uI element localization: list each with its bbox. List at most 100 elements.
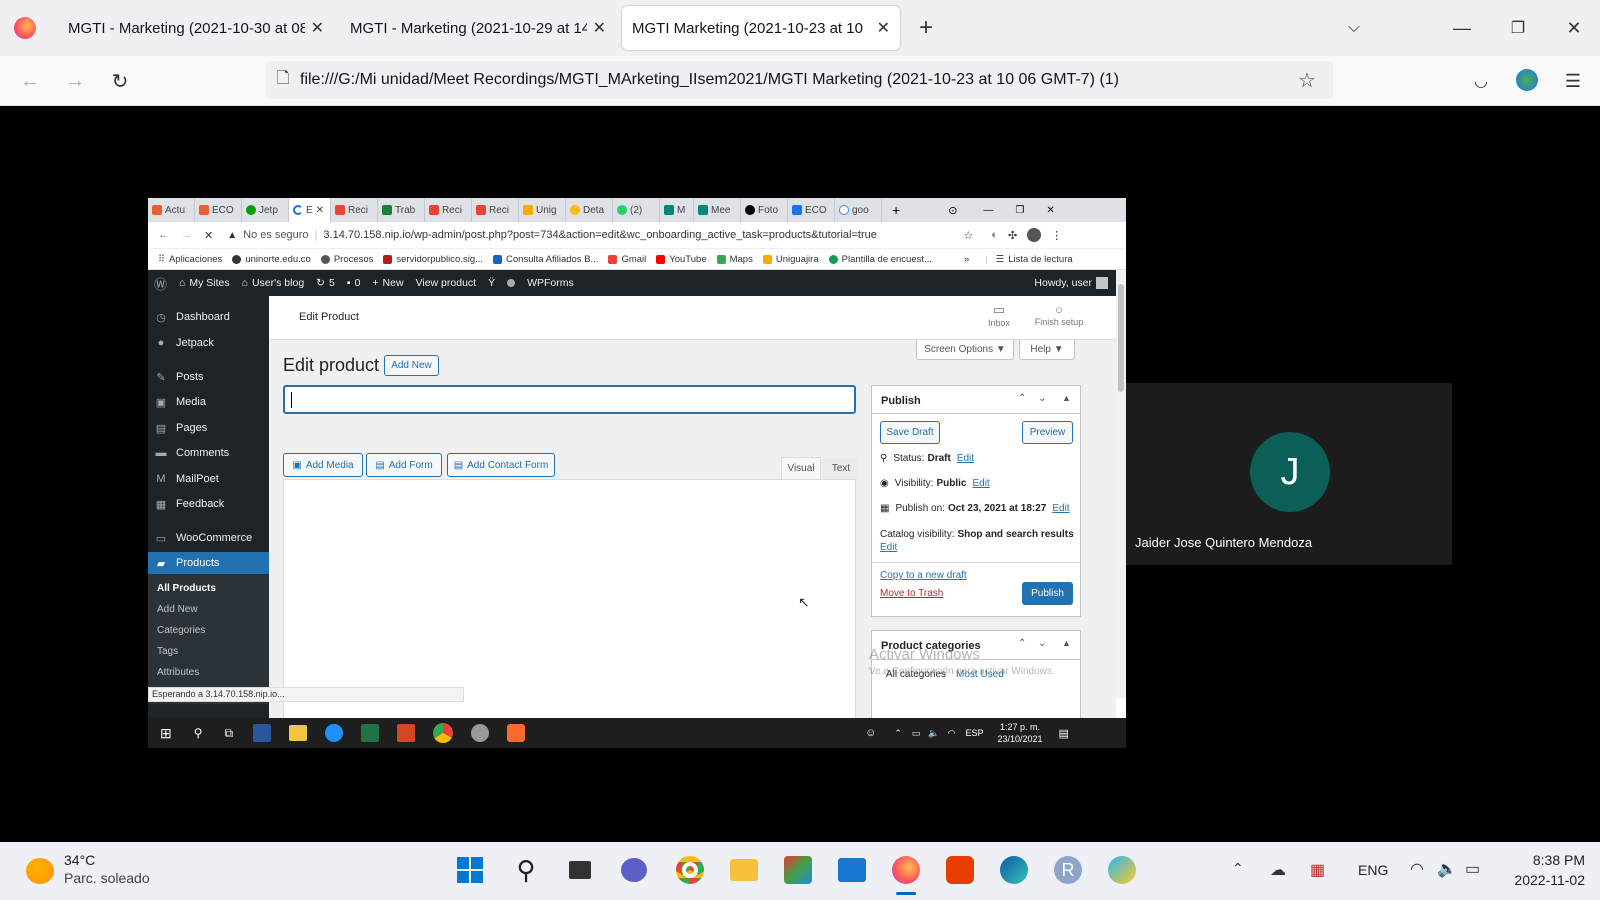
inner-url-text[interactable]: 3.14.70.158.nip.io/wp-admin/post.php?pos… [323,229,963,241]
task-view-icon[interactable]: ⧉ [225,726,234,741]
submenu-categories[interactable]: Categories [148,625,269,636]
edit-status-link[interactable]: Edit [957,453,974,464]
content-editor[interactable] [283,479,856,748]
menu-dashboard[interactable]: ◷ Dashboard [148,306,269,328]
admin-bar-account[interactable]: Howdy, user [1034,277,1108,289]
finish-setup-button[interactable]: ○ Finish setup [1029,302,1089,327]
bookmark[interactable]: Maps [716,254,753,265]
minimize-icon[interactable]: — [1448,14,1476,42]
inner-tab[interactable]: ECO [195,198,242,222]
people-icon[interactable]: ☺ [865,727,876,739]
admin-bar-my-sites[interactable]: ⌂ My Sites [179,277,230,289]
start-icon[interactable]: ⊞ [160,725,172,742]
teams-chat-icon[interactable] [618,854,650,886]
new-tab-icon[interactable]: + [892,202,900,218]
app-icon[interactable] [1106,854,1138,886]
battery-icon[interactable]: ▭ [912,728,921,739]
volume-icon[interactable]: 🔈 [928,728,939,739]
new-tab-icon[interactable]: + [912,14,940,42]
admin-bar-yoast[interactable]: Ÿ [488,277,495,289]
inner-tab[interactable]: Jetp [242,198,289,222]
firefox-icon[interactable] [890,854,922,886]
puzzle-icon[interactable]: ✣ [1008,229,1017,242]
volume-icon[interactable]: 🔈 [1437,859,1457,879]
clock-time[interactable]: 8:38 PM [1510,852,1585,868]
account-icon[interactable] [1516,69,1538,91]
edge-icon[interactable] [325,724,344,742]
xampp-icon[interactable] [507,724,526,742]
menu-pages[interactable]: ▤ Pages [148,417,269,439]
tab-search-icon[interactable]: ⊙ [948,204,957,217]
snipping-tool-icon[interactable] [782,854,814,886]
more-icon[interactable]: ⋮ [1051,229,1062,242]
battery-icon[interactable]: ▭ [1465,859,1480,879]
restore-icon[interactable]: ❐ [1015,205,1024,216]
inner-tab[interactable]: Mee [694,198,741,222]
app-tray-icon[interactable]: ▦ [1310,860,1325,880]
bookmark[interactable]: Gmail [608,254,646,265]
submenu-all-products[interactable]: All Products [148,583,269,594]
office-icon[interactable] [944,854,976,886]
browser-tab[interactable]: MGTI - Marketing (2021-10-30 at 08 ✕ [58,6,334,50]
url-bar[interactable]: 🗋 file:///G:/Mi unidad/Meet Recordings/M… [266,61,1333,99]
search-icon[interactable]: ⚲ [194,726,203,740]
admin-bar-updates[interactable]: ↻ 5 [316,277,335,289]
onedrive-icon[interactable]: ☁ [1270,860,1286,880]
file-explorer-icon[interactable] [728,854,760,886]
reload-icon[interactable]: ↻ [106,67,134,95]
close-icon[interactable]: ✕ [593,18,606,38]
menu-comments[interactable]: ▬ Comments [148,442,269,464]
firefox-icon[interactable] [14,17,36,39]
page-scrollbar[interactable] [1116,270,1126,698]
bookmark[interactable]: Aplicaciones [169,254,222,265]
inner-tab[interactable]: Unig [519,198,566,222]
wifi-icon[interactable]: ◠ [1410,859,1424,879]
move-up-icon[interactable]: ⌃ [1018,638,1026,649]
avatar[interactable] [1027,228,1042,242]
language-indicator[interactable]: ESP [965,728,983,738]
move-to-trash-link[interactable]: Move to Trash [880,588,943,599]
inner-tab[interactable]: Deta [566,198,613,222]
list-tabs-icon[interactable]: ⌵ [1340,14,1368,42]
edit-date-link[interactable]: Edit [1052,503,1069,514]
bookmark[interactable]: Procesos [320,254,373,265]
admin-bar-comments[interactable]: ▪ 0 [347,277,361,289]
edit-visibility-link[interactable]: Edit [972,478,989,489]
browser-tab-active[interactable]: MGTI Marketing (2021-10-23 at 10 ✕ [622,6,900,50]
more-bookmarks-icon[interactable]: » [964,254,969,265]
chrome-icon[interactable] [674,854,706,886]
inner-tab-active[interactable]: E ✕ [289,198,331,222]
tab-text[interactable]: Text [823,457,859,479]
submenu-tags[interactable]: Tags [148,646,269,657]
browser-tab[interactable]: MGTI - Marketing (2021-10-29 at 14 ✕ [340,6,616,50]
publish-button[interactable]: Publish [1022,582,1073,605]
menu-icon[interactable]: ☰ [1560,68,1586,94]
save-draft-button[interactable]: Save Draft [880,421,940,444]
app-icon[interactable] [471,724,490,742]
powerpoint-icon[interactable] [397,724,416,742]
inner-tab[interactable]: (2) [613,198,660,222]
add-media-button[interactable]: ▣ Add Media [283,453,363,477]
close-icon[interactable]: ✕ [316,205,324,216]
search-icon[interactable]: ⚲ [510,854,542,886]
chevron-up-icon[interactable]: ⌃ [1232,860,1244,877]
submenu-attributes[interactable]: Attributes [148,667,269,678]
bookmark[interactable]: Uniguajira [762,254,819,265]
bookmark[interactable]: Plantilla de encuest... [828,254,932,265]
explorer-icon[interactable] [289,725,308,741]
terminal-icon[interactable] [836,854,868,886]
language-indicator[interactable]: ENG [1358,862,1388,878]
copy-draft-link[interactable]: Copy to a new draft [880,570,967,581]
inner-tab[interactable]: Reci [425,198,472,222]
start-icon[interactable] [454,854,486,886]
r-icon[interactable]: R [1052,854,1084,886]
task-view-icon[interactable] [564,854,596,886]
preview-button[interactable]: Preview [1022,421,1073,444]
toggle-panel-icon[interactable]: ▲ [1062,393,1071,403]
edge-icon[interactable] [998,854,1030,886]
move-up-icon[interactable]: ⌃ [1018,393,1026,404]
inner-tab[interactable]: Trab [378,198,425,222]
inbox-button[interactable]: ▭ Inbox [981,302,1017,328]
admin-bar-view-product[interactable]: View product [416,277,477,289]
close-window-icon[interactable]: ✕ [1560,14,1588,42]
